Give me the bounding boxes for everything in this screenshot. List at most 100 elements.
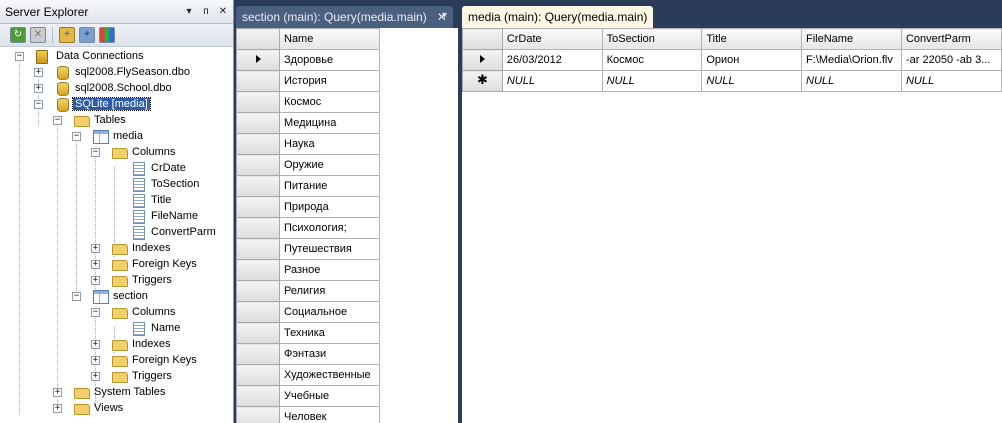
table-row[interactable]: Фэнтази <box>236 343 380 365</box>
table-row[interactable]: Питание <box>236 175 380 197</box>
grid-cell-name[interactable]: Человек <box>279 406 380 423</box>
grid-cell-name[interactable]: Техника <box>279 322 380 344</box>
grid-cell-name[interactable]: Учебные <box>279 385 380 407</box>
row-selector[interactable] <box>236 343 280 365</box>
refresh-icon[interactable]: ↻ <box>10 27 26 43</box>
expand-icon[interactable]: + <box>91 260 100 269</box>
tree-node-connection[interactable]: + sql2008.FlySeason.dbo <box>0 65 230 81</box>
connect-to-server-icon[interactable]: + <box>79 27 95 43</box>
row-header-corner[interactable] <box>236 28 280 50</box>
tab-section-query[interactable]: section (main): Query(media.main) ✕ <box>236 6 453 28</box>
tree-node-views[interactable]: + Views <box>0 401 230 417</box>
grid-cell-name[interactable]: Наука <box>279 133 380 155</box>
collapse-icon[interactable]: − <box>72 132 81 141</box>
row-selector[interactable] <box>236 70 280 92</box>
tree-node-foreign-keys[interactable]: + Foreign Keys <box>0 353 230 369</box>
collapse-icon[interactable]: − <box>91 308 100 317</box>
tree-node-column[interactable]: ConvertParm <box>0 225 230 241</box>
grid-cell-name[interactable]: Здоровье <box>279 49 380 71</box>
collapse-icon[interactable]: − <box>72 292 81 301</box>
tree-node-system-tables[interactable]: + System Tables <box>0 385 230 401</box>
row-selector[interactable] <box>236 196 280 218</box>
grid-cell-name[interactable]: История <box>279 70 380 92</box>
grid-cell-null[interactable]: NULL <box>501 70 603 92</box>
row-selector[interactable] <box>236 301 280 323</box>
table-row[interactable]: Космос <box>236 91 380 113</box>
tree-node-data-connections[interactable]: − Data Connections <box>0 49 230 65</box>
table-row[interactable]: Природа <box>236 196 380 218</box>
column-header-name[interactable]: Name <box>279 28 380 50</box>
grid-cell[interactable]: Орион <box>701 49 803 71</box>
stop-icon[interactable]: ✕ <box>30 27 46 43</box>
row-selector[interactable]: ✱ <box>462 70 503 92</box>
grid-cell-name[interactable]: Оружие <box>279 154 380 176</box>
column-header[interactable]: CrDate <box>501 28 603 50</box>
table-row[interactable]: Учебные <box>236 385 380 407</box>
expand-icon[interactable]: + <box>34 68 43 77</box>
table-row[interactable]: Оружие <box>236 154 380 176</box>
table-row[interactable]: Психология; <box>236 217 380 239</box>
grid-cell-name[interactable]: Путешествия <box>279 238 380 260</box>
grid-cell-name[interactable]: Социальное <box>279 301 380 323</box>
table-row[interactable]: История <box>236 70 380 92</box>
grid-cell[interactable]: 26/03/2012 <box>501 49 603 71</box>
grid-cell-name[interactable]: Религия <box>279 280 380 302</box>
row-selector[interactable] <box>236 280 280 302</box>
collapse-icon[interactable]: − <box>34 100 43 109</box>
row-selector[interactable] <box>236 49 280 71</box>
column-header[interactable]: ToSection <box>601 28 703 50</box>
expand-icon[interactable]: + <box>91 244 100 253</box>
table-row[interactable]: Медицина <box>236 112 380 134</box>
tree-node-triggers[interactable]: + Triggers <box>0 369 230 385</box>
tree-node-column[interactable]: Name <box>0 321 230 337</box>
tree-node-column[interactable]: Title <box>0 193 230 209</box>
row-selector[interactable] <box>236 406 280 423</box>
grid-cell-name[interactable]: Разное <box>279 259 380 281</box>
grid-cell-name[interactable]: Космос <box>279 91 380 113</box>
grid-cell-name[interactable]: Психология; <box>279 217 380 239</box>
row-selector[interactable] <box>462 49 503 71</box>
connect-to-database-icon[interactable]: + <box>59 27 75 43</box>
row-selector[interactable] <box>236 175 280 197</box>
row-selector[interactable] <box>236 133 280 155</box>
close-icon[interactable]: ✕ <box>216 5 230 19</box>
tree-node-column[interactable]: FileName <box>0 209 230 225</box>
tree-node-indexes[interactable]: + Indexes <box>0 337 230 353</box>
grid-cell-null[interactable]: NULL <box>900 70 1002 92</box>
grid-cell[interactable]: -ar 22050 -ab 3... <box>900 49 1002 71</box>
row-selector[interactable] <box>236 259 280 281</box>
expand-icon[interactable]: + <box>91 356 100 365</box>
tree-node-tables[interactable]: − Tables <box>0 113 230 129</box>
column-header[interactable]: FileName <box>801 28 902 50</box>
tree-node-table-section[interactable]: − section <box>0 289 230 305</box>
connect-to-sharepoint-icon[interactable] <box>99 27 115 43</box>
row-selector[interactable] <box>236 154 280 176</box>
grid-cell[interactable]: F:\Media\Orion.flv <box>801 49 902 71</box>
table-row[interactable]: Художественные <box>236 364 380 386</box>
grid-cell-name[interactable]: Медицина <box>279 112 380 134</box>
row-selector[interactable] <box>236 112 280 134</box>
row-selector[interactable] <box>236 364 280 386</box>
expand-icon[interactable]: + <box>53 404 62 413</box>
pin-icon[interactable]: ᴨ <box>199 5 213 19</box>
row-selector[interactable] <box>236 238 280 260</box>
tab-media-query[interactable]: media (main): Query(media.main) <box>462 6 654 28</box>
grid-cell-null[interactable]: NULL <box>701 70 803 92</box>
column-header[interactable]: Title <box>701 28 803 50</box>
expand-icon[interactable]: + <box>53 388 62 397</box>
tree-node-indexes[interactable]: + Indexes <box>0 241 230 257</box>
table-row[interactable]: Путешествия <box>236 238 380 260</box>
tree-node-triggers[interactable]: + Triggers <box>0 273 230 289</box>
grid-cell-null[interactable]: NULL <box>801 70 902 92</box>
grid-cell-null[interactable]: NULL <box>601 70 703 92</box>
collapse-icon[interactable]: − <box>15 52 24 61</box>
expand-icon[interactable]: + <box>91 276 100 285</box>
grid-cell-name[interactable]: Фэнтази <box>279 343 380 365</box>
row-header-corner[interactable] <box>462 28 503 50</box>
table-row[interactable]: Разное <box>236 259 380 281</box>
tree-node-connection[interactable]: + sql2008.School.dbo <box>0 81 230 97</box>
row-selector[interactable] <box>236 217 280 239</box>
collapse-icon[interactable]: − <box>91 148 100 157</box>
collapse-icon[interactable]: − <box>53 116 62 125</box>
window-position-dropdown-icon[interactable]: ▾ <box>182 5 196 19</box>
